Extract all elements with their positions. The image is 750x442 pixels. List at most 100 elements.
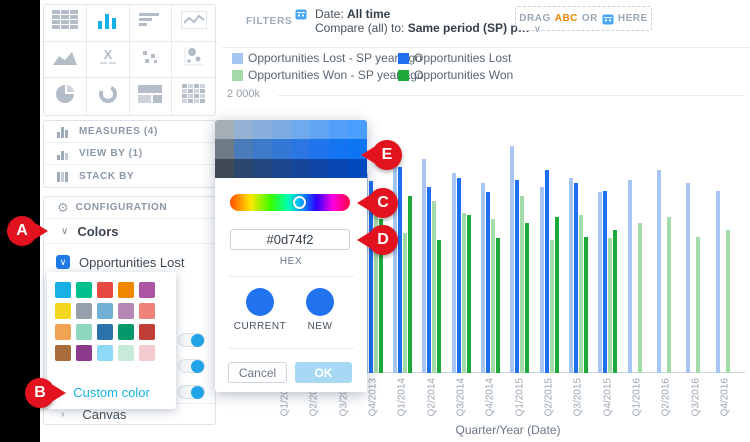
shade-cell-1374f1[interactable] <box>329 139 348 158</box>
bar-Q2-2014[interactable] <box>427 187 431 373</box>
bar-Q1-2015[interactable] <box>510 146 514 373</box>
filter-dropzone[interactable]: DRAG ABC OR HERE <box>515 6 652 31</box>
viz-type-pie-button[interactable] <box>44 78 87 115</box>
shade-cell-1c468e[interactable] <box>272 159 291 178</box>
color-swatch-70b0d6[interactable] <box>97 303 113 319</box>
colors-section-toggle[interactable]: ∨ Colors <box>44 219 215 244</box>
shade-cell-2b466f[interactable] <box>234 159 253 178</box>
viz-type-bar-button[interactable] <box>130 5 173 42</box>
color-swatch-04996b[interactable] <box>118 324 134 340</box>
color-swatch-a96d3b[interactable] <box>55 345 71 361</box>
bar-Q3-2014[interactable] <box>467 215 471 373</box>
bar-Q4-2014[interactable] <box>486 192 490 373</box>
bar-Q4-2015[interactable] <box>603 191 607 373</box>
shade-cell-15469b[interactable] <box>291 159 310 178</box>
config-toggle-2[interactable] <box>178 359 205 373</box>
bar-Q4-2016[interactable] <box>726 230 730 373</box>
color-swatch-8bd8bd[interactable] <box>76 324 92 340</box>
shade-cell-3e7aca[interactable] <box>253 139 272 158</box>
bar-Q2-2015[interactable] <box>550 240 554 373</box>
shade-cell-2075ec[interactable] <box>310 139 329 158</box>
color-swatch-2e72aa[interactable] <box>97 324 113 340</box>
config-toggle-1[interactable] <box>178 333 205 347</box>
bar-Q3-2014[interactable] <box>462 213 466 373</box>
viz-type-line-button[interactable] <box>172 5 215 42</box>
bar-Q2-2014[interactable] <box>437 240 441 373</box>
color-swatch-f3cbd0[interactable] <box>139 345 155 361</box>
bar-Q2-2015[interactable] <box>540 187 544 373</box>
bar-Q4-2015[interactable] <box>608 238 612 373</box>
bar-Q1-2016[interactable] <box>628 180 632 373</box>
shade-cell-6fa9ee[interactable] <box>291 120 310 139</box>
color-swatch-f3d71f[interactable] <box>55 303 71 319</box>
bar-Q1-2014[interactable] <box>408 196 412 373</box>
color-swatch-f08700[interactable] <box>118 282 134 298</box>
color-swatch-efa454[interactable] <box>55 324 71 340</box>
custom-color-link[interactable]: Custom color <box>47 385 176 400</box>
bar-Q2-2015[interactable] <box>555 217 559 373</box>
bar-Q4-2014[interactable] <box>496 238 500 373</box>
bar-Q1-2015[interactable] <box>520 196 524 373</box>
bar-Q2-2014[interactable] <box>432 201 436 373</box>
shade-cell-0847b4[interactable] <box>329 159 348 178</box>
legend-item[interactable]: Opportunities Lost - SP year ago <box>232 51 422 65</box>
shade-cell-95b1d4[interactable] <box>234 120 253 139</box>
shade-cell-0f46a8[interactable] <box>310 159 329 178</box>
bucket-view-by[interactable]: VIEW BY (1) <box>44 143 215 165</box>
bar-Q4-2016[interactable] <box>716 191 720 373</box>
bar-Q3-2014[interactable] <box>452 173 456 373</box>
color-swatch-b588b3[interactable] <box>118 303 134 319</box>
shade-cell-a7afb6[interactable] <box>215 120 234 139</box>
viz-type-donut-button[interactable] <box>87 78 130 115</box>
shade-cell-3478d6[interactable] <box>272 139 291 158</box>
color-swatch-e5493f[interactable] <box>97 282 113 298</box>
viz-type-scatter-button[interactable] <box>130 42 173 79</box>
color-swatch-c8ead9[interactable] <box>118 345 134 361</box>
viz-type-table-button[interactable] <box>44 5 87 42</box>
ok-button[interactable]: OK <box>295 362 352 383</box>
viz-type-column-button[interactable] <box>87 5 130 42</box>
bar-Q3-2015[interactable] <box>584 237 588 373</box>
bar-Q1-2014[interactable] <box>398 167 402 373</box>
shade-cell-23467f[interactable] <box>253 159 272 178</box>
hue-slider-handle[interactable] <box>293 196 306 209</box>
bar-Q4-2015[interactable] <box>598 192 602 373</box>
bar-Q3-2015[interactable] <box>579 215 583 373</box>
shade-cell-60a5f4[interactable] <box>310 120 329 139</box>
bucket-stack-by[interactable]: STACK BY <box>44 165 215 187</box>
config-toggle-3[interactable] <box>178 385 205 399</box>
viz-type-treemap-button[interactable] <box>130 78 173 115</box>
bar-Q1-2014[interactable] <box>403 233 407 373</box>
viz-type-area-button[interactable] <box>44 42 87 79</box>
legend-item[interactable]: Opportunities Lost <box>398 51 511 65</box>
color-swatch-94a1ad[interactable] <box>76 303 92 319</box>
bar-Q1-2015[interactable] <box>515 180 519 373</box>
color-swatch-8e3a8c[interactable] <box>76 345 92 361</box>
hex-input[interactable] <box>230 229 350 250</box>
bar-Q4-2015[interactable] <box>613 230 617 373</box>
bar-Q2-2014[interactable] <box>422 159 426 373</box>
color-swatch-00c18d[interactable] <box>76 282 92 298</box>
bar-Q4-2014[interactable] <box>481 183 485 373</box>
color-swatch-8ed9f7[interactable] <box>97 345 113 361</box>
color-swatch-ab55a3[interactable] <box>139 282 155 298</box>
viz-type-bubble-button[interactable] <box>172 42 215 79</box>
bar-Q1-2014[interactable] <box>393 158 397 373</box>
legend-item[interactable]: Opportunities Won <box>398 68 513 82</box>
shade-cell-539ffa[interactable] <box>329 120 348 139</box>
hue-slider[interactable] <box>230 194 350 211</box>
measure-color-item[interactable]: ∨ Opportunities Lost <box>44 250 215 274</box>
color-swatch-bf3d34[interactable] <box>139 324 155 340</box>
bar-Q2-2016[interactable] <box>657 170 661 373</box>
date-filter-line[interactable]: Date: All time <box>315 7 390 21</box>
shade-cell-7dace5[interactable] <box>272 120 291 139</box>
legend-item[interactable]: Opportunities Won - SP year ago <box>232 68 424 82</box>
bar-Q3-2016[interactable] <box>686 183 690 373</box>
viz-type-heatmap-button[interactable] <box>172 78 215 115</box>
cancel-button[interactable]: Cancel <box>228 362 287 383</box>
shade-cell-4a7cba[interactable] <box>234 139 253 158</box>
measure-color-dropdown-button[interactable]: ∨ <box>56 255 70 269</box>
bar-Q3-2016[interactable] <box>696 237 700 373</box>
bar-Q3-2014[interactable] <box>457 178 461 373</box>
shade-cell-8bafdd[interactable] <box>253 120 272 139</box>
